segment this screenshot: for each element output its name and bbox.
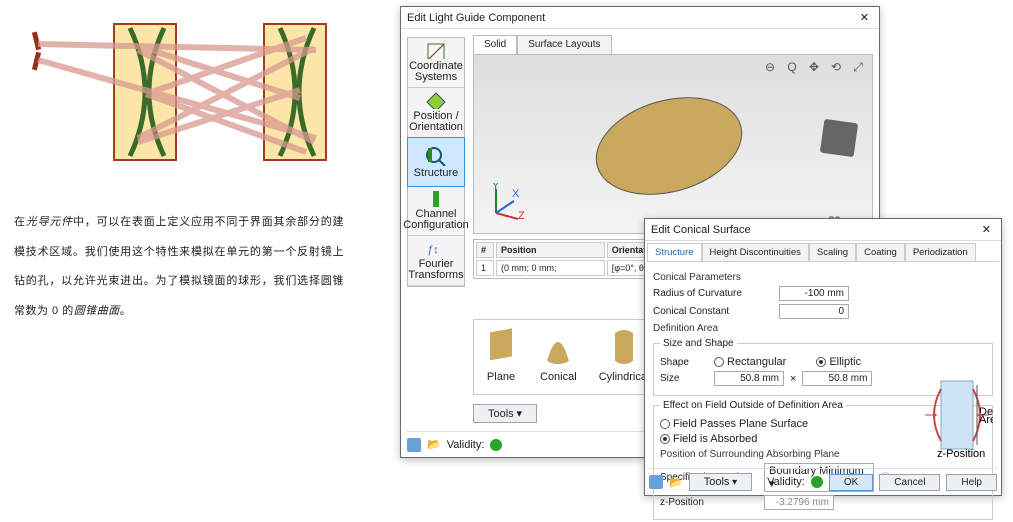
edit-conical-surface-dialog: Edit Conical Surface ✕ Structure Height … [644,218,1002,496]
viewer-3d[interactable]: ⊖ Q ✥ ⟲ ⤢ Y Z X 30 mm [473,54,873,234]
svg-text:Z: Z [518,210,525,221]
shape-rect-radio[interactable]: Rectangular [714,356,786,368]
tool-channel-config[interactable]: Channel Configuration [408,186,464,236]
surface-preview [584,81,754,211]
description-text: 在光导元件中，可以在表面上定义应用不同于界面其余部分的建模技术区域。我们使用这个… [14,207,344,326]
col-position[interactable]: Position [496,242,605,258]
close-icon[interactable]: ✕ [978,223,995,236]
validity-ok-icon [490,439,502,451]
size-height-input[interactable]: 50.8 mm [802,371,872,386]
size-width-input[interactable]: 50.8 mm [714,371,784,386]
validity-ok-icon [811,476,823,488]
ok-button[interactable]: OK [829,474,873,491]
svg-text:ƒ↕: ƒ↕ [427,244,439,256]
nav-cube[interactable] [820,119,858,157]
fit-icon[interactable]: ⤢ [850,59,866,75]
tool-coordinate-systems[interactable]: Coordinate Systems [408,38,464,88]
ctab-coating[interactable]: Coating [856,243,905,261]
open-icon[interactable]: 📂 [427,438,441,451]
side-toolbar: Coordinate Systems Position / Orientatio… [407,37,465,287]
conical-const-input[interactable]: 0 [779,304,849,319]
ctab-scaling[interactable]: Scaling [809,243,856,261]
conical-const-label: Conical Constant [653,306,773,317]
validity-label: Validity: [447,439,485,451]
dialog-title: Edit Conical Surface [651,224,751,236]
tab-solid[interactable]: Solid [473,35,517,55]
tool-position-orientation[interactable]: Position / Orientation [408,88,464,138]
tab-surface-layouts[interactable]: Surface Layouts [517,35,611,55]
zoom-in-icon[interactable]: Q [784,59,800,75]
close-icon[interactable]: ✕ [856,11,873,24]
radius-label: Radius of Curvature [653,288,773,299]
shape-plane[interactable]: Plane [484,326,518,392]
definition-area-diagram: Def. Area z-Position [919,375,993,459]
shape-conical[interactable]: Conical [540,326,577,392]
chevron-down-icon: ▾ [516,408,522,420]
zoom-out-icon[interactable]: ⊖ [762,59,778,75]
save-icon[interactable] [649,475,663,489]
pan-icon[interactable]: ✥ [806,59,822,75]
zpos-input: -3.2796 mm [764,495,834,510]
rotate-icon[interactable]: ⟲ [828,59,844,75]
tools-dropdown[interactable]: Tools ▾ [473,404,537,423]
svg-text:X: X [512,188,520,200]
cancel-button[interactable]: Cancel [879,474,940,491]
multipass-schematic [14,10,344,175]
shape-elliptic-radio[interactable]: Elliptic [816,356,861,368]
conical-params-label: Conical Parameters [653,272,993,283]
svg-text:z-Position: z-Position [937,448,985,459]
svg-text:Y: Y [492,183,500,192]
save-icon[interactable] [407,438,421,452]
effect-pass-radio[interactable]: Field Passes Plane Surface [660,418,808,430]
tool-structure[interactable]: Structure [407,137,465,187]
dialog-title: Edit Light Guide Component [407,12,545,24]
help-button[interactable]: Help [946,474,997,491]
axis-widget: Y Z X [488,183,526,221]
shape-cylindrical[interactable]: Cylindrical [599,326,650,392]
col-index[interactable]: # [476,242,494,258]
open-icon[interactable]: 📂 [669,476,683,489]
ctab-periodization[interactable]: Periodization [905,243,976,261]
effect-absorb-radio[interactable]: Field is Absorbed [660,433,757,445]
tools-dropdown[interactable]: Tools ▾ [689,473,753,491]
radius-input[interactable]: -100 mm [779,286,849,301]
definition-area-label: Definition Area [653,323,993,334]
tool-fourier-transforms[interactable]: ƒ↕ Fourier Transforms [408,236,464,286]
ctab-structure[interactable]: Structure [647,243,702,261]
ctab-height-disc[interactable]: Height Discontinuities [702,243,809,261]
svg-text:Area: Area [979,414,993,426]
